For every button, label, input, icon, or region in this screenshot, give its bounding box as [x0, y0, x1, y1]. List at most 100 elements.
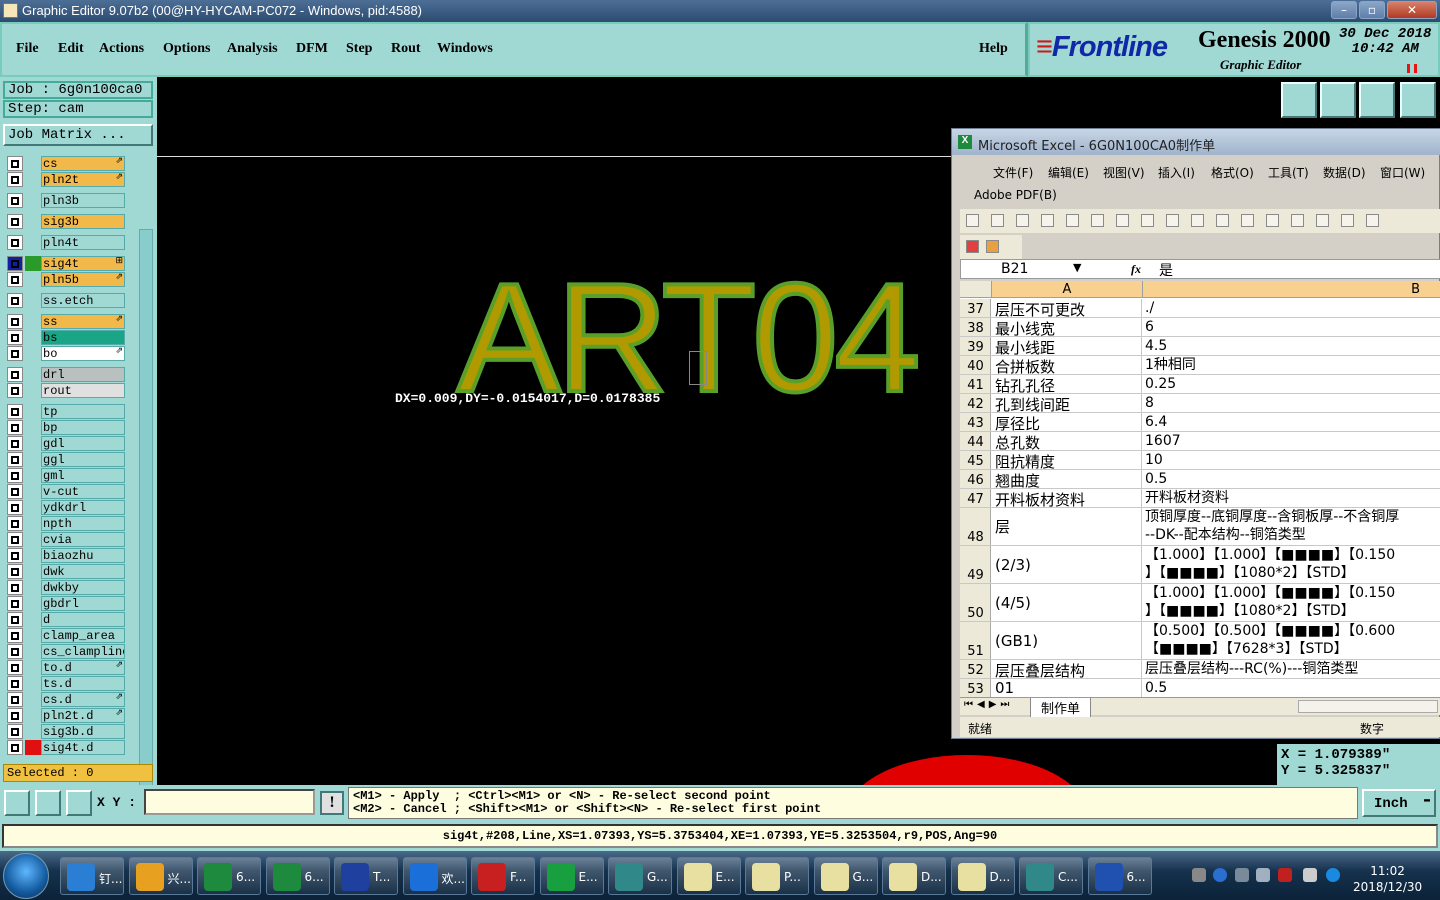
tray-app-icon[interactable] — [1278, 868, 1292, 882]
row-number[interactable]: 40 — [960, 356, 991, 374]
layer-checkbox[interactable] — [7, 676, 23, 691]
layer-checkbox[interactable] — [7, 660, 23, 675]
layer-name[interactable]: bo — [41, 346, 125, 361]
row-number[interactable]: 52 — [960, 660, 991, 678]
new-icon[interactable] — [966, 214, 979, 227]
sheet-row[interactable]: 38 最小线宽 6 — [960, 318, 1440, 337]
layer-checkbox[interactable] — [7, 420, 23, 435]
cell-a[interactable]: 最小线宽 — [992, 318, 1142, 336]
layer-row-dwk[interactable]: dwk — [5, 564, 125, 579]
research-icon[interactable] — [1166, 214, 1179, 227]
cell-b[interactable]: 层压叠层结构---RC(%)---铜箔类型 — [1143, 660, 1440, 678]
cell-b[interactable]: 4.5 — [1143, 337, 1440, 355]
sheet-row[interactable]: 37 层压不可更改 ./ — [960, 299, 1440, 318]
layer-checkbox[interactable] — [7, 596, 23, 611]
layer-color-swatch[interactable] — [25, 256, 41, 271]
grid-icon[interactable] — [66, 790, 92, 816]
layer-checkbox[interactable] — [7, 256, 23, 271]
taskbar-button[interactable]: E... — [676, 857, 741, 895]
layer-checkbox[interactable] — [7, 740, 23, 755]
layer-name[interactable]: biaozhu — [41, 548, 125, 563]
layer-checkbox[interactable] — [7, 548, 23, 563]
sheet-row[interactable]: 49 (2/3) 【1.000】【1.000】【■■■■】【0.150 】【■■■■… — [960, 546, 1440, 584]
autosum-icon[interactable] — [1366, 214, 1379, 227]
layer-row-ss[interactable]: ss ⇗ — [5, 314, 125, 329]
layer-color-swatch[interactable] — [25, 172, 41, 187]
layer-name[interactable]: pln5b — [41, 272, 125, 287]
layer-checkbox[interactable] — [7, 193, 23, 208]
layer-name[interactable]: rout — [41, 383, 125, 398]
layer-color-swatch[interactable] — [25, 383, 41, 398]
row-number[interactable]: 44 — [960, 432, 991, 450]
menu-options[interactable]: Options — [163, 41, 210, 57]
cell-a[interactable]: 厚径比 — [992, 413, 1142, 431]
layer-row-ts.d[interactable]: ts.d — [5, 676, 125, 691]
layer-name[interactable]: pln2t.d — [41, 708, 125, 723]
row-number[interactable]: 38 — [960, 318, 991, 336]
layer-checkbox[interactable] — [7, 612, 23, 627]
layer-name[interactable]: bs — [41, 330, 125, 345]
sheet-row[interactable]: 42 孔到线间距 8 — [960, 394, 1440, 413]
taskbar-button[interactable]: 6... — [1087, 857, 1152, 895]
cell-b[interactable]: 10 — [1143, 451, 1440, 469]
cell-a[interactable]: 翘曲度 — [992, 470, 1142, 488]
layer-color-swatch[interactable] — [25, 516, 41, 531]
layer-name[interactable]: cs_clampline — [41, 644, 125, 659]
print-icon[interactable] — [1091, 214, 1104, 227]
close-button[interactable]: ✕ — [1387, 1, 1437, 19]
cell-b[interactable]: 0.25 — [1143, 375, 1440, 393]
email-icon[interactable] — [1066, 214, 1079, 227]
layer-row-drl[interactable]: drl — [5, 367, 125, 382]
layer-checkbox[interactable] — [7, 330, 23, 345]
taskbar-button[interactable]: 6... — [197, 857, 261, 895]
upload-icon[interactable] — [1281, 82, 1317, 118]
layer-color-swatch[interactable] — [25, 404, 41, 419]
row-number[interactable]: 49 — [960, 546, 991, 583]
layer-checkbox[interactable] — [7, 293, 23, 308]
alert-button[interactable]: ! — [320, 791, 344, 815]
layer-color-swatch[interactable] — [25, 156, 41, 171]
taskbar-button[interactable]: F... — [471, 857, 535, 895]
layer-checkbox[interactable] — [7, 708, 23, 723]
layer-name[interactable]: dwk — [41, 564, 125, 579]
row-number[interactable]: 45 — [960, 451, 991, 469]
layer-color-swatch[interactable] — [25, 724, 41, 739]
layer-color-swatch[interactable] — [25, 580, 41, 595]
sheet-row[interactable]: 44 总孔数 1607 — [960, 432, 1440, 451]
layer-color-swatch[interactable] — [25, 676, 41, 691]
layer-row-cvia[interactable]: cvia — [5, 532, 125, 547]
horizontal-scrollbar[interactable] — [1298, 700, 1438, 713]
taskbar-button[interactable]: 兴... — [128, 857, 193, 895]
excel-menu-file[interactable]: 文件(F) — [993, 164, 1033, 181]
layer-checkbox[interactable] — [7, 468, 23, 483]
layer-name[interactable]: sig4t — [41, 256, 125, 271]
layer-color-swatch[interactable] — [25, 484, 41, 499]
layer-scrollbar[interactable] — [139, 229, 153, 837]
layer-checkbox[interactable] — [7, 383, 23, 398]
sheet-row[interactable]: 39 最小线距 4.5 — [960, 337, 1440, 356]
row-number[interactable]: 48 — [960, 508, 991, 545]
print-preview-icon[interactable] — [1116, 214, 1129, 227]
row-number[interactable]: 47 — [960, 489, 991, 507]
cell-b[interactable]: 0.5 — [1143, 679, 1440, 697]
minimize-button[interactable]: – — [1331, 1, 1357, 19]
layer-name[interactable]: ss.etch — [41, 293, 125, 308]
menu-help[interactable]: Help — [979, 41, 1008, 57]
taskbar-button[interactable]: G... — [813, 857, 878, 895]
cell-a[interactable]: (GB1) — [992, 622, 1142, 659]
snap-icon[interactable] — [4, 790, 30, 816]
taskbar-button[interactable]: 6... — [265, 857, 330, 895]
row-number[interactable]: 41 — [960, 375, 991, 393]
layer-name[interactable]: cs — [41, 156, 125, 171]
download-icon[interactable] — [1320, 82, 1356, 118]
sheet-row[interactable]: 53 01 0.5 — [960, 679, 1440, 697]
taskbar-button[interactable]: C... — [1019, 857, 1083, 895]
layer-color-swatch[interactable] — [25, 293, 41, 308]
layer-checkbox[interactable] — [7, 367, 23, 382]
cell-a[interactable]: 孔到线间距 — [992, 394, 1142, 412]
layer-name[interactable]: ss — [41, 314, 125, 329]
layer-color-swatch[interactable] — [25, 367, 41, 382]
cell-a[interactable]: 层压叠层结构 — [992, 660, 1142, 678]
cell-a[interactable]: 最小线距 — [992, 337, 1142, 355]
menu-rout[interactable]: Rout — [391, 41, 421, 57]
